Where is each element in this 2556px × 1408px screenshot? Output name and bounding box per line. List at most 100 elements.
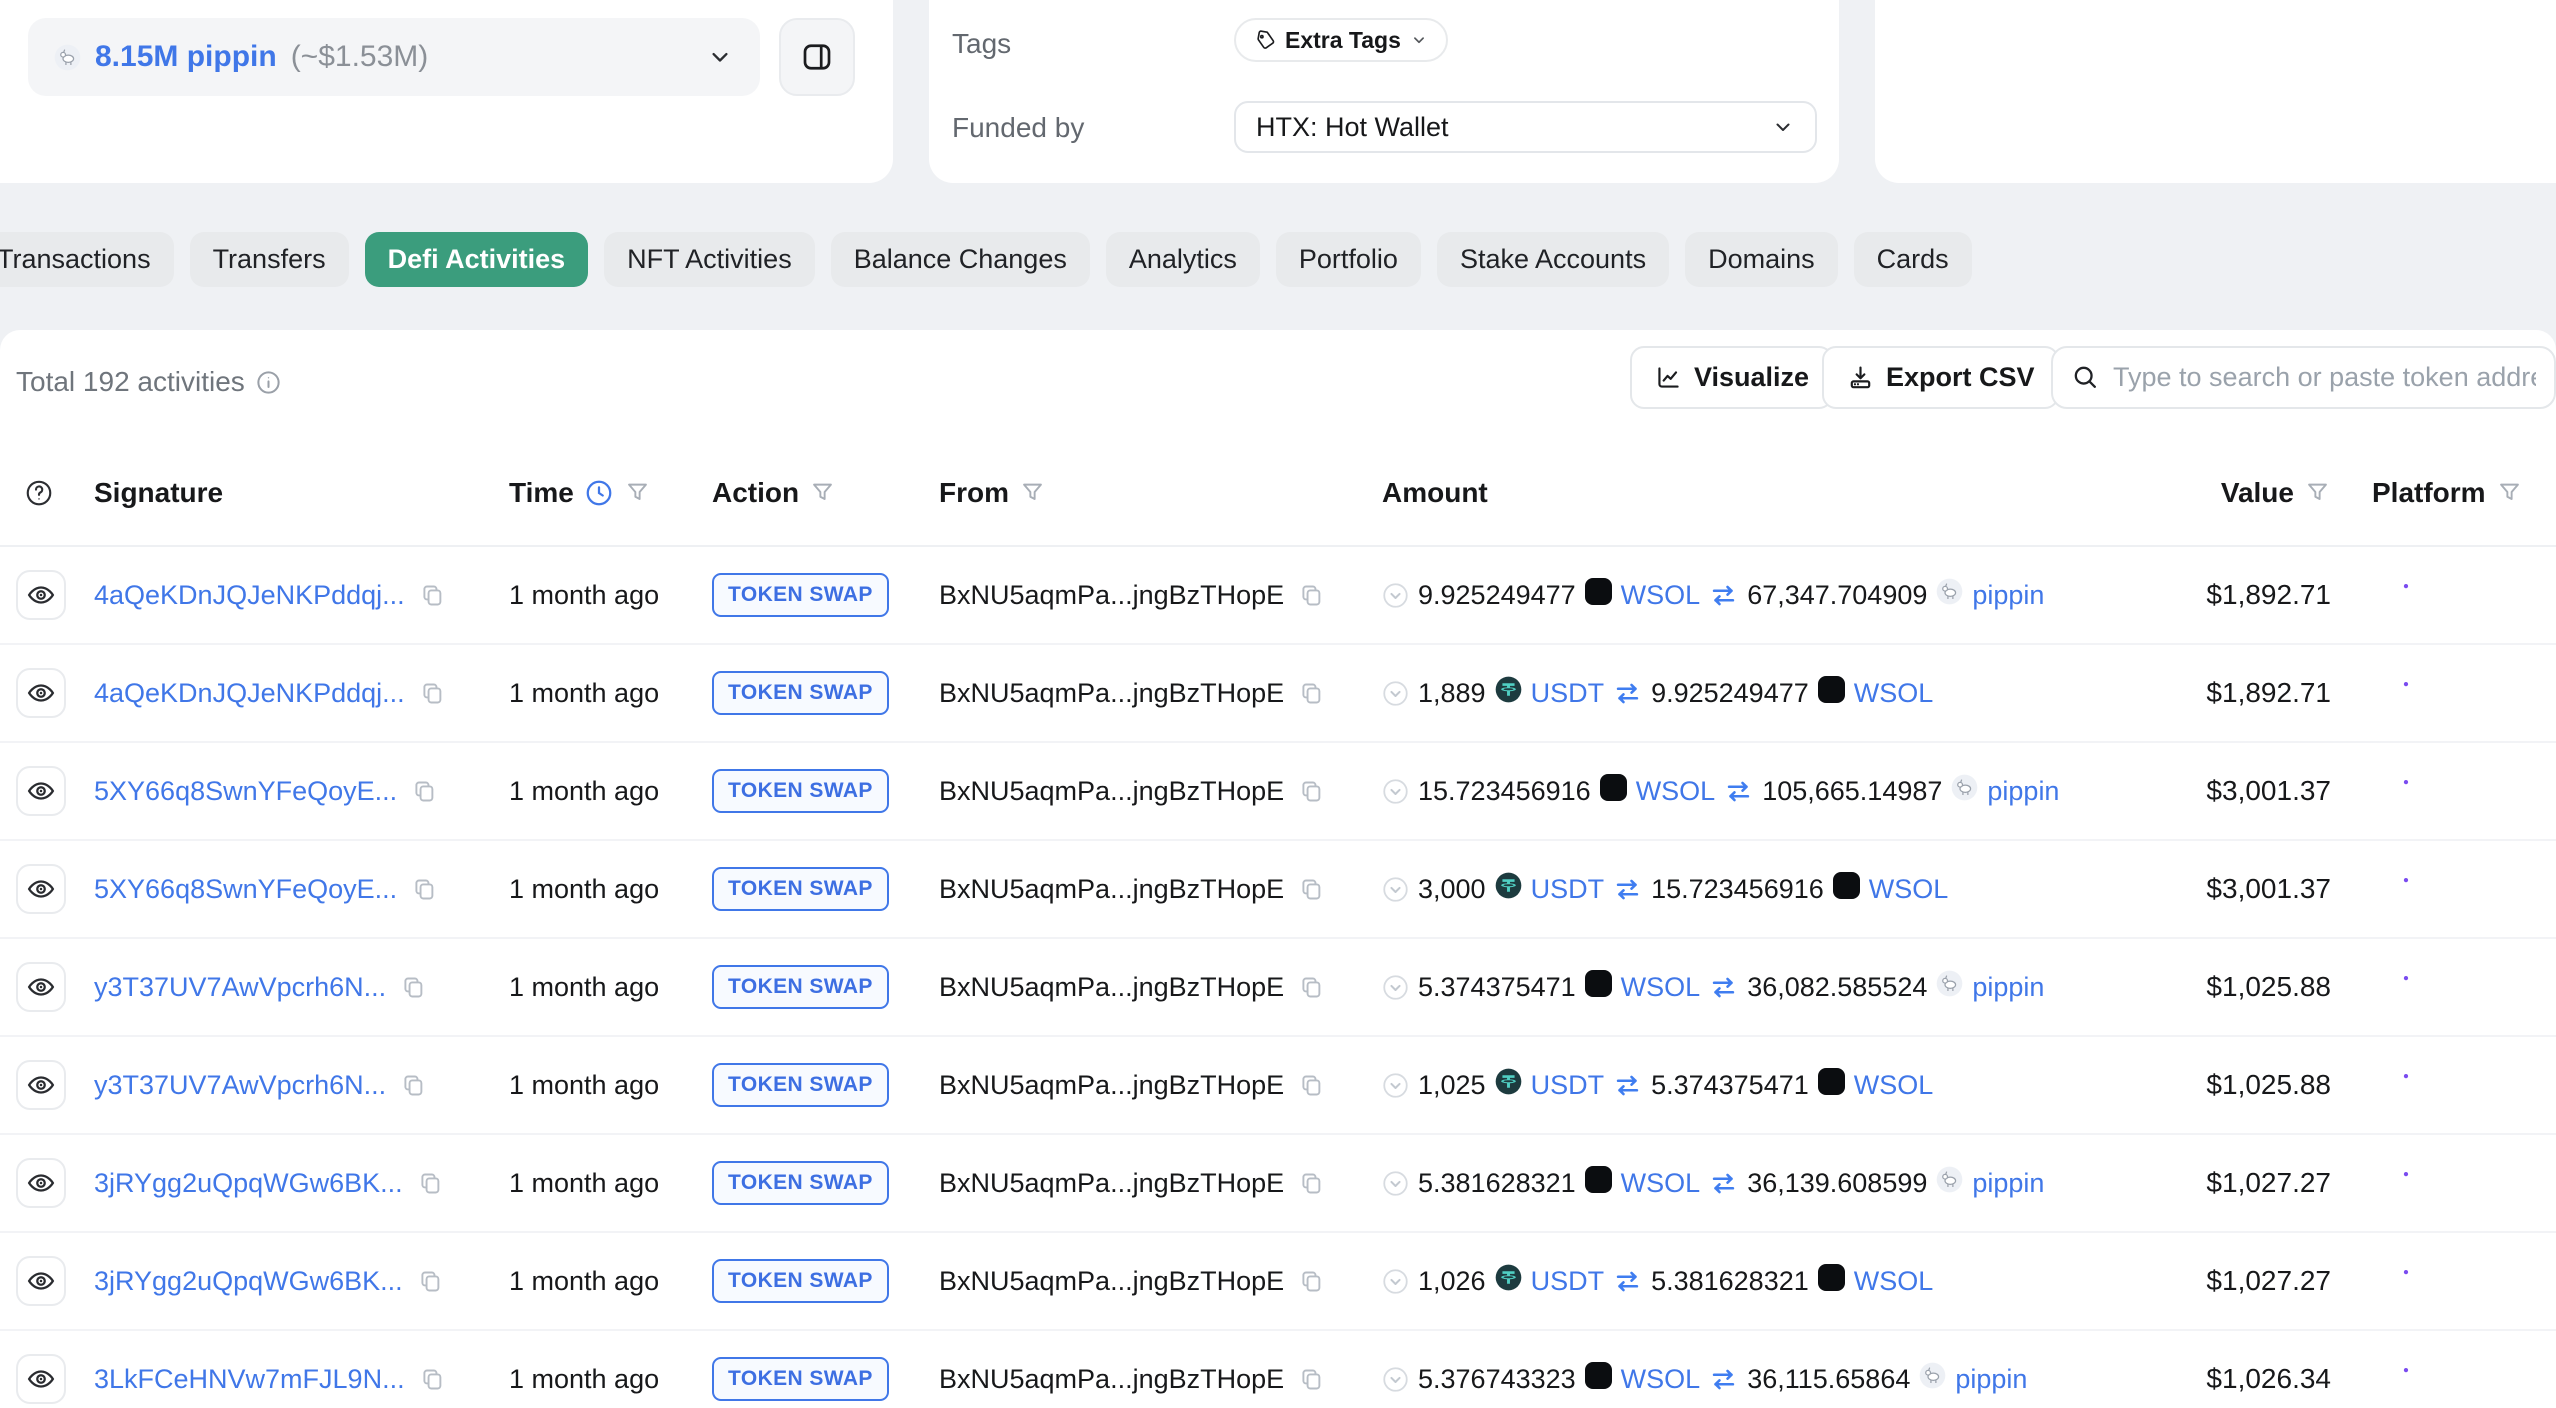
tab-nft-activities[interactable]: NFT Activities [604, 232, 815, 287]
copy-icon[interactable] [1298, 1366, 1325, 1393]
expand-row-icon[interactable] [1382, 876, 1409, 903]
copy-icon[interactable] [411, 778, 438, 805]
funded-by-select[interactable]: HTX: Hot Wallet [1234, 101, 1817, 153]
raydium-platform-icon[interactable] [2376, 576, 2414, 614]
export-csv-button[interactable]: Export CSV [1822, 346, 2059, 409]
copy-icon[interactable] [419, 582, 446, 609]
expand-row-icon[interactable] [1382, 974, 1409, 1001]
copy-icon[interactable] [1298, 876, 1325, 903]
token-out-link[interactable]: WSOL [1621, 972, 1701, 1003]
expand-row-icon[interactable] [1382, 778, 1409, 805]
token-holdings-selector[interactable]: 8.15M pippin (~$1.53M) [28, 18, 760, 96]
raydium-platform-icon[interactable] [2376, 772, 2414, 810]
tab-stake-accounts[interactable]: Stake Accounts [1437, 232, 1669, 287]
expand-row-icon[interactable] [1382, 1366, 1409, 1393]
value-filter-icon[interactable] [2304, 479, 2331, 506]
copy-icon[interactable] [419, 1366, 446, 1393]
copy-icon[interactable] [1298, 974, 1325, 1001]
copy-icon[interactable] [417, 1170, 444, 1197]
copy-icon[interactable] [411, 876, 438, 903]
copy-icon[interactable] [419, 680, 446, 707]
preview-button[interactable] [16, 668, 66, 718]
token-in-link[interactable]: pippin [1972, 580, 2044, 611]
platform-filter-icon[interactable] [2496, 479, 2523, 506]
raydium-platform-icon[interactable] [2376, 1360, 2414, 1398]
token-in-link[interactable]: pippin [1955, 1364, 2027, 1395]
visualize-button[interactable]: Visualize [1630, 346, 1833, 409]
signature-link[interactable]: 4aQeKDnJQJeNKPddqj... [94, 580, 405, 611]
action-badge: TOKEN SWAP [712, 1259, 889, 1303]
action-filter-icon[interactable] [809, 479, 836, 506]
from-filter-icon[interactable] [1019, 479, 1046, 506]
raydium-platform-icon[interactable] [2376, 1164, 2414, 1202]
tab-defi-activities[interactable]: Defi Activities [365, 232, 589, 287]
tab-transfers[interactable]: Transfers [190, 232, 349, 287]
token-in-link[interactable]: WSOL [1854, 1070, 1934, 1101]
signature-link[interactable]: y3T37UV7AwVpcrh6N... [94, 1070, 386, 1101]
signature-link[interactable]: 3jRYgg2uQpqWGw6BK... [94, 1266, 403, 1297]
signature-link[interactable]: 5XY66q8SwnYFeQoyE... [94, 776, 397, 807]
token-out-link[interactable]: USDT [1531, 678, 1605, 709]
preview-button[interactable] [16, 570, 66, 620]
tab-portfolio[interactable]: Portfolio [1276, 232, 1421, 287]
raydium-platform-icon[interactable] [2376, 1066, 2414, 1104]
help-icon[interactable] [24, 478, 54, 508]
token-out-link[interactable]: USDT [1531, 874, 1605, 905]
token-out-link[interactable]: USDT [1531, 1266, 1605, 1297]
preview-button[interactable] [16, 1256, 66, 1306]
token-in-link[interactable]: pippin [1972, 972, 2044, 1003]
expand-row-icon[interactable] [1382, 582, 1409, 609]
copy-icon[interactable] [1298, 1268, 1325, 1295]
signature-link[interactable]: y3T37UV7AwVpcrh6N... [94, 972, 386, 1003]
signature-link[interactable]: 3jRYgg2uQpqWGw6BK... [94, 1168, 403, 1199]
token-out-link[interactable]: WSOL [1621, 1168, 1701, 1199]
token-out-link[interactable]: WSOL [1636, 776, 1716, 807]
token-out-link[interactable]: USDT [1531, 1070, 1605, 1101]
raydium-platform-icon[interactable] [2376, 674, 2414, 712]
copy-icon[interactable] [1298, 1072, 1325, 1099]
copy-icon[interactable] [1298, 582, 1325, 609]
tab-domains[interactable]: Domains [1685, 232, 1838, 287]
preview-button[interactable] [16, 1158, 66, 1208]
tab-transactions[interactable]: Transactions [0, 232, 174, 287]
copy-icon[interactable] [400, 974, 427, 1001]
total-activities-label: Total 192 activities [16, 366, 245, 398]
copy-icon[interactable] [400, 1072, 427, 1099]
preview-button[interactable] [16, 1354, 66, 1404]
raydium-platform-icon[interactable] [2376, 870, 2414, 908]
preview-button[interactable] [16, 962, 66, 1012]
tab-balance-changes[interactable]: Balance Changes [831, 232, 1090, 287]
wallet-portfolio-button[interactable] [779, 18, 855, 96]
preview-button[interactable] [16, 864, 66, 914]
copy-icon[interactable] [1298, 680, 1325, 707]
expand-row-icon[interactable] [1382, 1268, 1409, 1295]
copy-icon[interactable] [1298, 778, 1325, 805]
time-filter-icon[interactable] [624, 479, 651, 506]
copy-icon[interactable] [1298, 1170, 1325, 1197]
tab-analytics[interactable]: Analytics [1106, 232, 1260, 287]
extra-tags-button[interactable]: Extra Tags [1234, 18, 1448, 62]
raydium-platform-icon[interactable] [2376, 1262, 2414, 1300]
signature-link[interactable]: 3LkFCeHNVw7mFJL9N... [94, 1364, 405, 1395]
tab-bar: Transactions Transfers Defi Activities NFT … [0, 232, 1972, 287]
token-out-link[interactable]: WSOL [1621, 1364, 1701, 1395]
raydium-platform-icon[interactable] [2376, 968, 2414, 1006]
signature-link[interactable]: 5XY66q8SwnYFeQoyE... [94, 874, 397, 905]
tab-cards[interactable]: Cards [1854, 232, 1972, 287]
expand-row-icon[interactable] [1382, 1072, 1409, 1099]
expand-row-icon[interactable] [1382, 1170, 1409, 1197]
clock-sort-icon[interactable] [584, 478, 614, 508]
preview-button[interactable] [16, 766, 66, 816]
token-in-link[interactable]: pippin [1987, 776, 2059, 807]
token-in-link[interactable]: WSOL [1854, 1266, 1934, 1297]
preview-button[interactable] [16, 1060, 66, 1110]
token-in-link[interactable]: WSOL [1854, 678, 1934, 709]
token-in-link[interactable]: WSOL [1869, 874, 1949, 905]
expand-row-icon[interactable] [1382, 680, 1409, 707]
copy-icon[interactable] [417, 1268, 444, 1295]
search-input[interactable] [2113, 362, 2536, 393]
signature-link[interactable]: 4aQeKDnJQJeNKPddqj... [94, 678, 405, 709]
info-icon[interactable] [255, 369, 282, 396]
token-out-link[interactable]: WSOL [1621, 580, 1701, 611]
token-in-link[interactable]: pippin [1972, 1168, 2044, 1199]
